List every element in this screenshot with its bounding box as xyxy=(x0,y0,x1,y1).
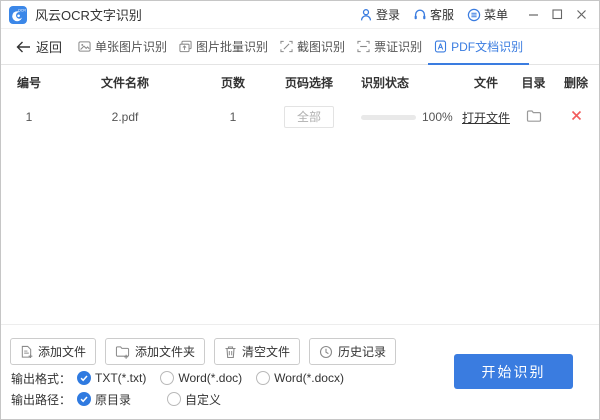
tab-label: 截图识别 xyxy=(297,39,346,54)
clear-files-label: 清空文件 xyxy=(242,345,291,359)
customer-service-button[interactable]: 客服 xyxy=(413,6,454,23)
progress-bar xyxy=(361,114,416,120)
page-select-dropdown[interactable]: 全部 xyxy=(284,106,334,128)
customer-service-label: 客服 xyxy=(429,8,454,22)
login-button[interactable]: 登录 xyxy=(359,6,400,23)
progress-text: 100% xyxy=(422,110,453,124)
radio-option-original-dir[interactable]: 原目录 xyxy=(77,391,131,408)
table-header: 编号 文件名称 页数 页码选择 识别状态 文件 目录 删除 xyxy=(1,65,599,99)
col-header-number: 编号 xyxy=(16,75,41,90)
output-path-label: 输出路径： xyxy=(11,392,72,407)
col-header-delete: 删除 xyxy=(563,75,588,90)
tab-pdf[interactable]: PDF文档识别 xyxy=(428,29,530,65)
radio-option-word-doc[interactable]: Word(*.doc) xyxy=(160,371,242,385)
row-status: 100% xyxy=(345,110,456,124)
delete-x-icon[interactable] xyxy=(571,110,582,121)
start-recognition-button[interactable]: 开始识别 xyxy=(454,354,573,389)
table-row: 1 2.pdf 1 全部 100% 打开文件 xyxy=(1,99,599,135)
tab-bar: 返回 单张图片识别 图片批量识别 截图识别 票证识别 PDF文档识别 xyxy=(1,29,599,65)
col-header-page-select: 页码选择 xyxy=(284,75,333,90)
maximize-icon[interactable] xyxy=(545,3,569,27)
add-folder-icon xyxy=(115,345,130,359)
trash-icon xyxy=(225,345,236,358)
tab-screenshot[interactable]: 截图识别 xyxy=(274,29,351,65)
menu-icon xyxy=(467,8,481,21)
svg-text:OCR: OCR xyxy=(18,8,26,12)
tab-label: 单张图片识别 xyxy=(95,39,168,54)
pdf-icon xyxy=(434,40,447,53)
ticket-icon xyxy=(357,40,370,53)
row-filename: 2.pdf xyxy=(111,110,139,124)
back-button[interactable]: 返回 xyxy=(16,29,62,64)
radio-unchecked-icon xyxy=(167,392,182,406)
open-file-link[interactable]: 打开文件 xyxy=(462,111,510,125)
clear-files-button[interactable]: 清空文件 xyxy=(214,338,301,365)
user-icon xyxy=(360,8,372,20)
folder-icon[interactable] xyxy=(526,109,542,123)
tab-label: PDF文档识别 xyxy=(451,39,524,54)
back-label: 返回 xyxy=(36,40,63,55)
app-logo-icon: OCR xyxy=(9,5,27,24)
add-folder-button[interactable]: 添加文件夹 xyxy=(105,338,206,365)
radio-unchecked-icon xyxy=(256,371,271,385)
minimize-icon[interactable] xyxy=(521,3,545,27)
col-header-filename: 文件名称 xyxy=(100,75,149,90)
col-header-pages: 页数 xyxy=(220,75,245,90)
radio-checked-icon xyxy=(77,371,92,385)
window-title: 风云OCR文字识别 xyxy=(35,8,142,23)
app-window: OCR 风云OCR文字识别 登录 客服 菜单 返回 单张图片识别 图片批量识别 … xyxy=(0,0,600,420)
tab-label: 图片批量识别 xyxy=(196,39,269,54)
arrow-left-icon xyxy=(16,41,30,52)
footer-divider xyxy=(1,324,599,325)
add-file-label: 添加文件 xyxy=(38,345,87,359)
screenshot-icon xyxy=(280,40,293,53)
history-button[interactable]: 历史记录 xyxy=(309,338,397,365)
close-icon[interactable] xyxy=(569,3,593,27)
single-image-icon xyxy=(78,40,91,53)
radio-option-txt[interactable]: TXT(*.txt) xyxy=(77,371,146,385)
tab-batch-images[interactable]: 图片批量识别 xyxy=(173,29,274,65)
radio-label: TXT(*.txt) xyxy=(95,371,147,385)
history-icon xyxy=(319,345,333,358)
add-file-button[interactable]: 添加文件 xyxy=(10,338,97,365)
tab-label: 票证识别 xyxy=(374,39,423,54)
row-number: 1 xyxy=(25,110,33,124)
menu-button[interactable]: 菜单 xyxy=(467,6,508,23)
radio-option-custom-dir[interactable]: 自定义 xyxy=(167,391,221,408)
history-label: 历史记录 xyxy=(338,345,387,359)
col-header-directory: 目录 xyxy=(521,75,546,90)
output-format-label: 输出格式： xyxy=(11,371,72,386)
tab-single-image[interactable]: 单张图片识别 xyxy=(72,29,173,65)
radio-label: 原目录 xyxy=(95,392,132,407)
window-controls xyxy=(521,3,593,27)
menu-label: 菜单 xyxy=(483,8,508,22)
output-path-row: 输出路径： 原目录 自定义 xyxy=(11,391,257,407)
radio-checked-icon xyxy=(77,392,92,406)
titlebar: OCR 风云OCR文字识别 登录 客服 菜单 xyxy=(1,1,599,29)
col-header-status: 识别状态 xyxy=(361,75,410,90)
footer-toolbar: 添加文件 添加文件夹 清空文件 历史记录 xyxy=(10,338,397,365)
headset-icon xyxy=(414,9,426,19)
radio-label: Word(*.doc) xyxy=(178,371,243,385)
output-format-row: 输出格式： TXT(*.txt) Word(*.doc) Word(*.docx… xyxy=(11,370,358,386)
radio-label: Word(*.docx) xyxy=(274,371,344,385)
add-file-icon xyxy=(21,345,33,358)
col-header-file: 文件 xyxy=(473,75,498,90)
row-pages: 1 xyxy=(229,110,237,124)
batch-images-icon xyxy=(179,40,192,53)
radio-unchecked-icon xyxy=(160,371,175,385)
radio-option-word-docx[interactable]: Word(*.docx) xyxy=(256,371,344,385)
radio-label: 自定义 xyxy=(185,392,222,407)
login-label: 登录 xyxy=(375,8,400,22)
add-folder-label: 添加文件夹 xyxy=(135,345,196,359)
tab-ticket[interactable]: 票证识别 xyxy=(351,29,428,65)
